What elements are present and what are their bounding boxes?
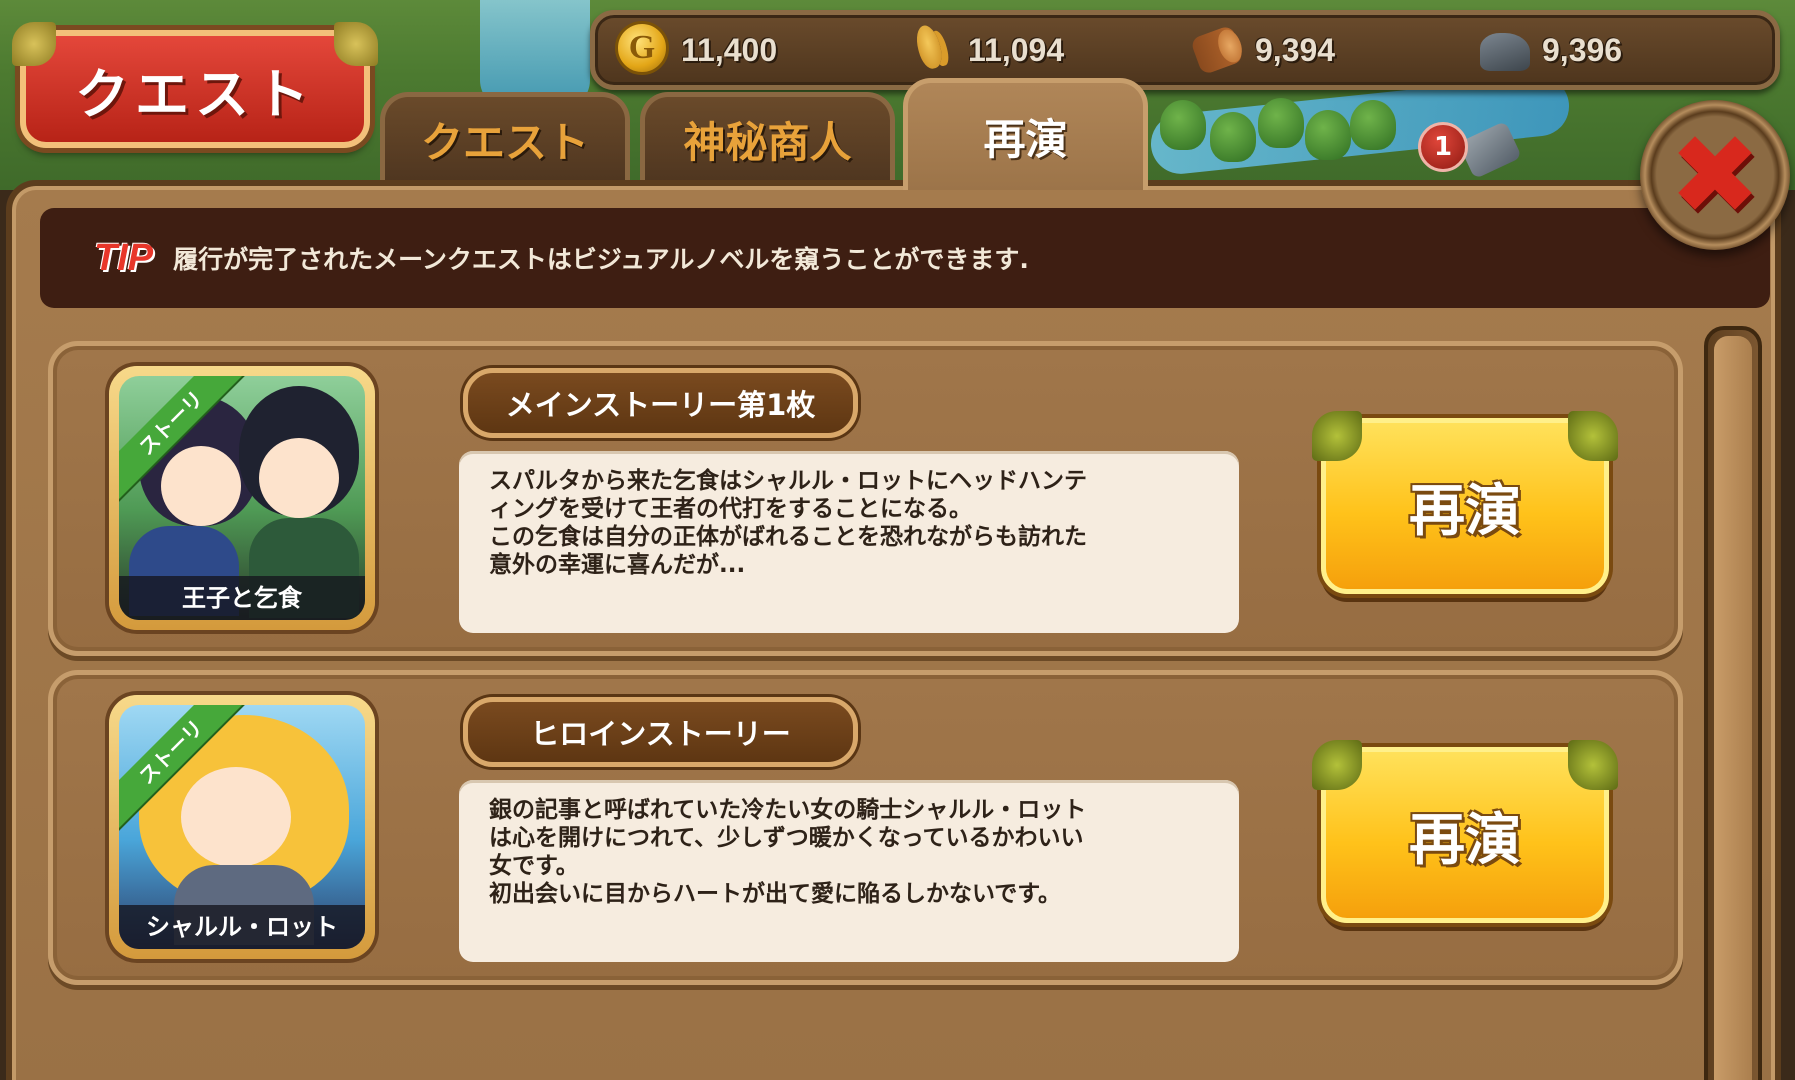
main-panel: TIP 履行が完了されたメーンクエストはビジュアルノベルを窺うことができます. … [6, 180, 1781, 1080]
laurel-icon [12, 22, 56, 66]
stone-value: 9,396 [1542, 31, 1623, 68]
tab-replay-label: 再演 [983, 115, 1068, 164]
leaf-icon [1312, 740, 1362, 790]
wood-log-icon [1189, 21, 1247, 79]
tab-mystery-merchant-label: 神秘商人 [683, 118, 852, 167]
gold-coin-icon: G [615, 21, 673, 79]
tree [1160, 100, 1206, 150]
tip-bar: TIP 履行が完了されたメーンクエストはビジュアルノベルを窺うことができます. [40, 208, 1770, 308]
story-thumbnail: ストーリ シャルル・ロット [109, 695, 375, 959]
replay-button-label: 再演 [1409, 478, 1521, 544]
story-title: ヒロインストーリー [463, 697, 858, 767]
leaf-icon [1568, 740, 1618, 790]
page-title: クエスト [75, 62, 315, 126]
thumbnail-label: 王子と乞食 [119, 576, 365, 620]
story-description: スパルタから来た乞食はシャルル・ロットにヘッドハンテ ィングを受けて王者の代打を… [459, 451, 1239, 633]
story-card: ストーリ 王子と乞食 メインストーリー第1枚 スパルタから来た乞食はシャルル・ロ… [48, 341, 1683, 656]
laurel-icon [334, 22, 378, 66]
tab-quest-label: クエスト [420, 118, 589, 167]
wheat-value: 11,094 [968, 31, 1065, 68]
character-face [259, 438, 339, 518]
replay-button-label: 再演 [1409, 807, 1521, 873]
resource-stone: 9,396 [1456, 20, 1743, 80]
scrollbar[interactable] [1704, 326, 1762, 1080]
tree [1305, 110, 1351, 160]
tab-mystery-merchant[interactable]: 神秘商人 [640, 92, 895, 182]
notification-badge: 1 [1418, 122, 1468, 172]
build-notification[interactable]: 1 [1418, 120, 1523, 180]
tip-tag: TIP [94, 236, 154, 279]
tree [1210, 112, 1256, 162]
story-description: 銀の記事と呼ばれていた冷たい女の騎士シャルル・ロット は心を開けにつれて、少しず… [459, 780, 1239, 962]
replay-button[interactable]: 再演 [1312, 411, 1618, 594]
thumbnail-label: シャルル・ロット [119, 905, 365, 949]
resource-wheat: 11,094 [882, 20, 1169, 80]
character-face [161, 446, 241, 526]
resource-wood: 9,394 [1169, 20, 1456, 80]
tree [1258, 98, 1304, 148]
tip-text: 履行が完了されたメーンクエストはビジュアルノベルを窺うことができます. [173, 245, 1029, 274]
stone-icon [1476, 21, 1534, 79]
wheat-icon [902, 21, 960, 79]
story-title: メインストーリー第1枚 [463, 368, 858, 438]
gold-value: 11,400 [681, 31, 778, 68]
character-face [181, 767, 291, 867]
tab-quest[interactable]: クエスト [380, 92, 630, 182]
leaf-icon [1568, 411, 1618, 461]
page-title-banner: クエスト [12, 22, 378, 148]
story-thumbnail: ストーリ 王子と乞食 [109, 366, 375, 630]
resource-gold: G 11,400 [595, 20, 882, 80]
close-button[interactable]: ✖ [1640, 100, 1790, 250]
scrollbar-thumb[interactable] [1714, 336, 1752, 1080]
story-card: ストーリ シャルル・ロット ヒロインストーリー 銀の記事と呼ばれていた冷たい女の… [48, 670, 1683, 985]
wood-value: 9,394 [1255, 31, 1336, 68]
tab-replay[interactable]: 再演 [903, 78, 1148, 190]
tree [1350, 100, 1396, 150]
close-icon: ✖ [1668, 111, 1762, 239]
leaf-icon [1312, 411, 1362, 461]
replay-button[interactable]: 再演 [1312, 740, 1618, 923]
resource-bar: G 11,400 11,094 9,394 9,396 [590, 10, 1780, 90]
